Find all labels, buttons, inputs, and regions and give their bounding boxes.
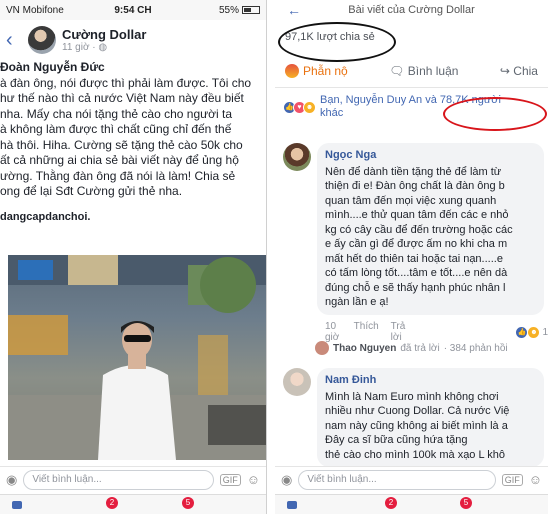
comment-bubble: Nam Đinh Mình là Nam Euro mình không chơ… [317,368,544,467]
comment-line: Mình là Nam Euro mình không chơi [325,390,499,403]
post-line: à đàn ông, nói được thì phải làm được. T… [0,75,252,90]
camera-icon[interactable]: ◉ [281,472,292,488]
tab-bar: 2 5 [0,494,266,514]
comment-input[interactable]: Viết bình luận... [23,469,214,490]
back-arrow-icon[interactable]: ‹ [6,29,22,52]
haha-icon: ☻ [303,100,316,114]
commenter-name[interactable]: Nam Đinh [325,373,536,388]
angry-face-icon [285,63,299,78]
reply-action: đã trả lời [400,342,440,354]
replies-summary[interactable]: Thao Nguyen đã trả lời · 384 phản hồi [315,341,508,355]
back-arrow-icon[interactable]: ← [287,0,301,20]
post-line: ất cả những ai chia sẻ bài viết này để ủ… [0,153,239,167]
comment-line: Đây ca sĩ bữa cũng hứa tặng [325,434,468,446]
emoji-icon[interactable]: ☺ [247,472,260,487]
haha-icon: ☻ [527,325,541,339]
status-bar: VN Mobifone 9:54 CH 55% [0,0,266,20]
post-line: ường. Thằng đàn ông đã nói là làm! Chia … [0,168,236,183]
news-feed-icon[interactable] [12,501,22,509]
commenter-name[interactable]: Ngọc Nga [325,148,536,163]
battery-status: 55% [219,5,260,16]
comment-line: ngàn lần e ạ! [325,296,389,308]
notifications-badge[interactable]: 5 [460,497,472,509]
comment-line: mình....e thử quan tâm đến các e nhỏ [325,209,509,221]
comment-line: thiện đi e! Đàn ông chất là đàn ông b [325,180,505,192]
hashtag-link[interactable]: dangcapdanchoi. [0,210,262,226]
photo-illustration [8,255,266,460]
reply-count: · 384 phản hồi [443,342,508,354]
left-screenshot: VN Mobifone 9:54 CH 55% ‹ Cường Dollar 1… [0,0,267,514]
emoji-icon[interactable]: ☺ [529,472,542,487]
post-author: Đoàn Nguyễn Đức [0,60,105,74]
avatar[interactable] [28,26,56,54]
comment-input[interactable]: Viết bình luận... [298,469,496,490]
comment-line: nhiều như Cuong Dollar. Cả nước Việ [325,405,510,417]
globe-icon: ◍ [98,42,108,53]
post-body: Đoàn Nguyễn Đức à đàn ông, nói được thì … [0,60,266,225]
comment-line: thẻ cào cho mình 100k mà xạo L khô [325,448,505,461]
battery-percent: 55% [218,4,239,16]
post-photo[interactable] [8,255,266,460]
right-screenshot: ← Bài viết của Cường Dollar 97,1K lượt c… [275,0,548,514]
friend-requests-badge[interactable]: 2 [385,497,397,509]
comment-line: quan tâm đến mọi việc xung quanh [325,194,497,207]
notifications-badge[interactable]: 5 [182,497,194,509]
comment-line: nam này cũng không ai biết mình là a [325,419,508,432]
comment-line: e ấy cần gì để được ấm no khi cha m [325,238,508,250]
page-title: Bài viết của Cường Dollar [348,4,475,16]
comment-bubble: Ngọc Nga Nên để dành tiền tặng thẻ để là… [317,143,544,315]
comment: Nam Đinh Mình là Nam Euro mình không chơ… [283,368,544,467]
friend-requests-badge[interactable]: 2 [106,497,118,509]
reaction-count-highlight [443,97,547,131]
gif-icon[interactable]: GIF [219,473,241,486]
like-link[interactable]: Thích [354,321,379,343]
post-line: à không làm được thì chất cũng chỉ đến t… [0,122,232,136]
reply-link[interactable]: Trả lời [391,321,408,343]
post-line: hà thôi. Hiha. Cường sẽ tặng thẻ cào 50k… [0,137,243,152]
comment-line: đúng chỗ e sẽ thấy hạnh phúc nhân l [325,281,506,294]
share-icon: ↪ [499,63,510,78]
post-line: nha. Mấy cha nói tặng thẻ cào cho người … [0,106,233,121]
post-title-bar: ← Bài viết của Cường Dollar [275,0,548,20]
avatar[interactable] [283,143,311,171]
comment-line: kg có cây cầu để đến trường hoặc các [325,223,513,236]
battery-icon [242,6,260,14]
replier-name: Thao Nguyen [333,342,397,354]
comment-bar: ◉ Viết bình luận... GIF ☺ [0,466,266,492]
comment-bar: ◉ Viết bình luận... GIF ☺ [275,466,548,492]
camera-icon[interactable]: ◉ [6,472,17,488]
share-button[interactable]: ↪ Chia [500,64,538,78]
comment-time: 10 giờ [325,321,340,343]
comment-line: có tấm lòng tốt....tâm e tốt....e nên dà [325,267,508,279]
page-name[interactable]: Cường Dollar [62,27,146,42]
comment-line: Nên để dành tiền tặng thẻ để làm từ [325,165,502,178]
post-header: ‹ Cường Dollar 11 giờ · ◍ [0,20,266,60]
avatar [315,341,329,355]
comment-reactions[interactable]: 👍 ☻ 1 [515,321,548,343]
comment-button[interactable]: 🗨 Bình luận [389,64,458,78]
reaction-icons: 👍 ♥ ☻ [283,100,316,114]
comment-line: mất hết do thiên tai hoặc tai nạn.....e [325,252,503,265]
share-count-highlight [278,22,396,62]
avatar[interactable] [283,368,311,396]
tab-bar: 2 5 [275,494,548,514]
gif-icon[interactable]: GIF [501,473,523,486]
reaction-count: 1 [542,326,548,338]
angry-reaction-button[interactable]: Phẫn nộ [285,63,348,78]
post-time: 11 giờ · ◍ [62,42,108,53]
news-feed-icon[interactable] [287,501,297,509]
post-line: hư thế nào thì cả nước Việt Nam này đều … [0,91,244,105]
comment-meta: 10 giờ Thích Trả lời 👍 ☻ 1 [325,321,548,343]
post-line: ong để lại Sđt Cường gửi thẻ nha. [0,184,183,198]
reactor-names: Bạn, Nguyễn Duy An [320,94,423,106]
comment-icon: 🗨 [389,63,405,78]
comment: Ngọc Nga Nên để dành tiền tặng thẻ để là… [283,143,544,315]
